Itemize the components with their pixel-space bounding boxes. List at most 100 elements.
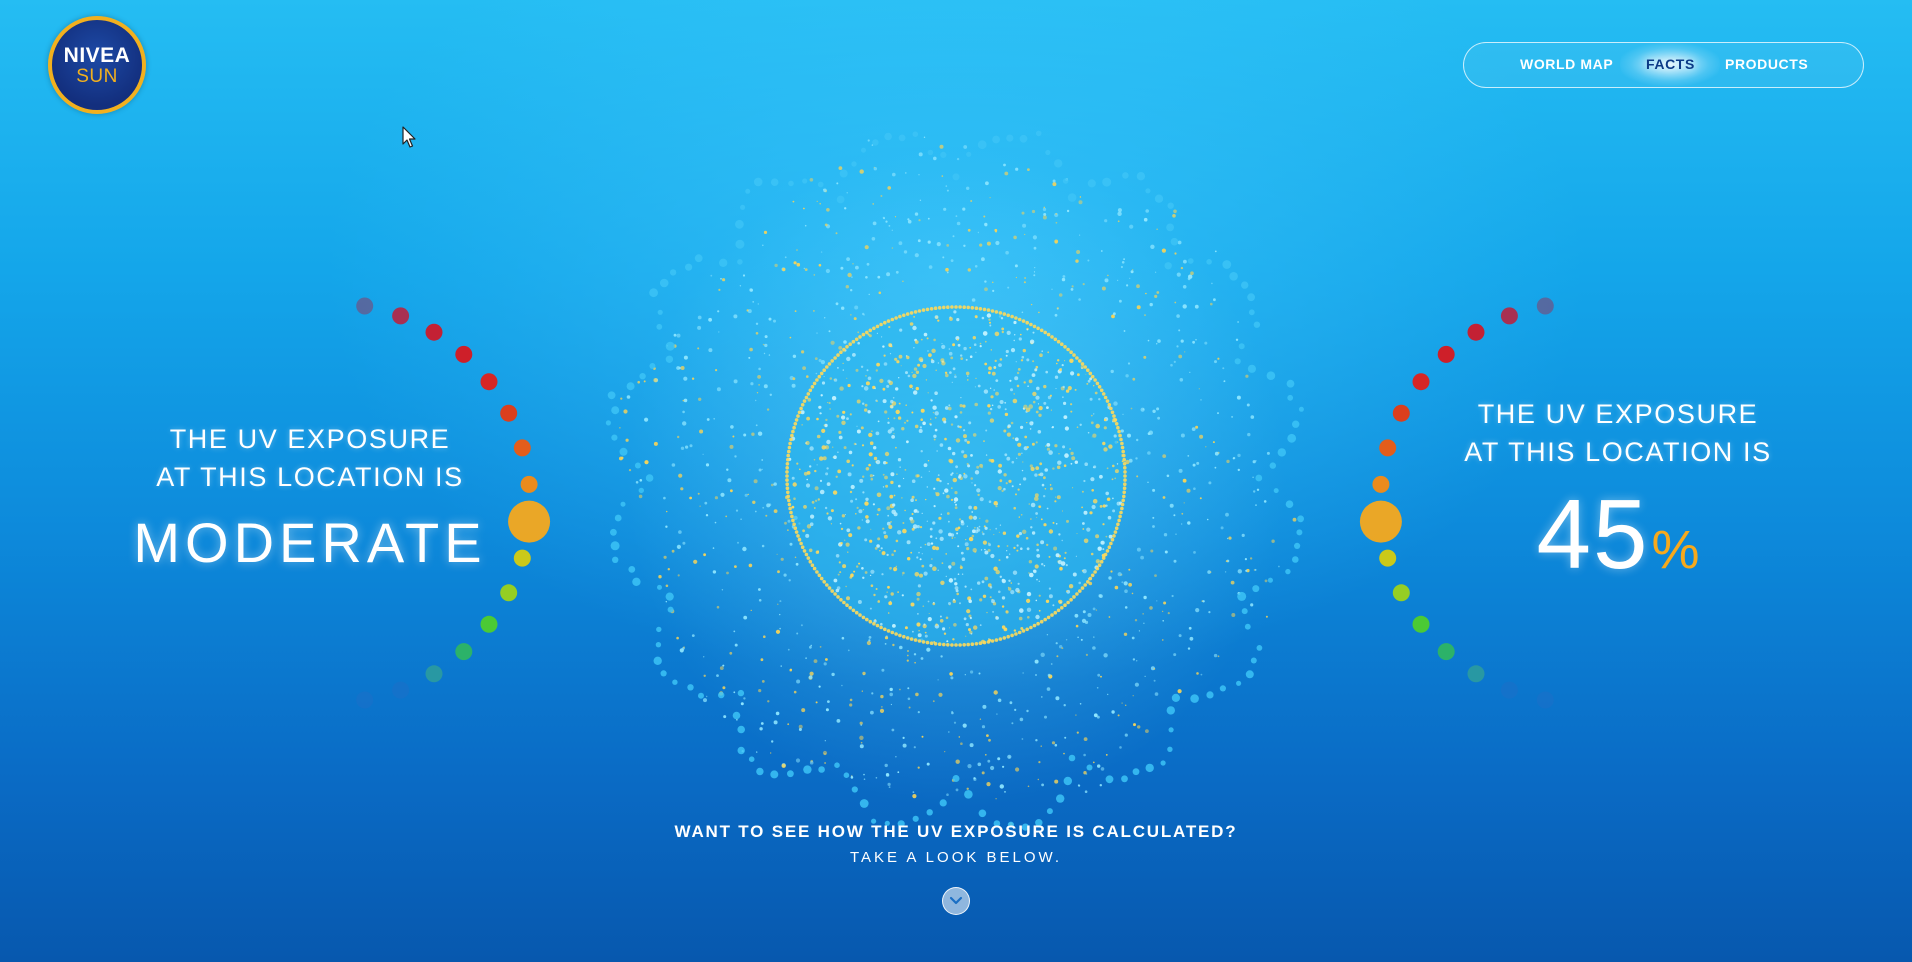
particle — [1046, 634, 1049, 636]
globe-particle — [955, 438, 961, 443]
globe-particle — [892, 397, 895, 399]
globe-particle — [937, 319, 940, 322]
particle — [844, 207, 847, 210]
globe-particle — [994, 359, 997, 363]
globe-particle — [1001, 578, 1005, 582]
globe-particle — [950, 487, 953, 489]
particle — [1225, 512, 1229, 517]
globe-rim-dot — [1083, 365, 1087, 369]
particle — [973, 777, 977, 782]
particle — [918, 219, 921, 222]
particle — [757, 375, 761, 379]
globe-rim-dot — [982, 307, 987, 312]
globe-particle — [952, 477, 957, 483]
globe-particle — [971, 534, 975, 538]
globe-rim-dot — [1101, 392, 1106, 396]
particle — [881, 668, 885, 672]
particle — [1189, 636, 1194, 641]
nav-products[interactable]: PRODUCTS — [1725, 43, 1808, 86]
particle — [864, 245, 869, 250]
globe-particle — [1089, 397, 1093, 401]
globe-particle — [940, 513, 943, 516]
particle — [716, 674, 719, 677]
globe-particle — [974, 550, 977, 553]
particle — [792, 354, 797, 358]
globe-particle — [951, 561, 956, 566]
globe-rim-dot — [806, 556, 811, 560]
globe-rim-dot — [791, 518, 795, 523]
globe-rim-dot — [1053, 610, 1058, 615]
particle — [1154, 294, 1158, 298]
particle — [986, 241, 991, 246]
globe-rim-dot — [1116, 522, 1120, 527]
globe-rim-dot — [1010, 633, 1014, 638]
particle — [1266, 451, 1270, 455]
globe-particle — [881, 336, 883, 338]
particle — [823, 188, 825, 191]
globe-particle — [1064, 453, 1069, 458]
particle — [1077, 784, 1080, 787]
ring-dot — [735, 239, 745, 249]
globe-particle — [816, 434, 821, 439]
particle — [676, 636, 679, 640]
particle — [1031, 209, 1036, 214]
globe-particle — [964, 438, 968, 442]
globe-particle — [1028, 379, 1033, 384]
nav-world-map[interactable]: WORLD MAP — [1520, 43, 1613, 86]
globe-particle — [1057, 359, 1060, 362]
particle — [1130, 407, 1133, 410]
globe-particle — [1047, 351, 1050, 354]
scroll-down-button[interactable] — [942, 887, 970, 915]
globe-rim-dot — [890, 317, 895, 322]
particle — [892, 172, 896, 177]
globe-rim-dot — [1117, 518, 1121, 523]
globe-particle — [875, 431, 880, 436]
globe-particle — [860, 426, 864, 430]
globe-particle — [931, 348, 936, 353]
globe-particle — [890, 399, 894, 404]
globe-particle — [819, 456, 824, 461]
ring-dot — [872, 139, 879, 146]
particle — [1180, 433, 1185, 438]
globe-particle — [819, 489, 825, 495]
nav-facts[interactable]: FACTS — [1646, 43, 1695, 86]
particle — [1041, 696, 1043, 698]
globe-particle — [954, 586, 959, 590]
globe-particle — [810, 514, 815, 519]
particle — [1024, 233, 1026, 236]
particle — [1132, 658, 1136, 661]
globe-rim-dot — [793, 422, 798, 426]
globe-rim-dot — [787, 449, 791, 454]
particle — [1140, 407, 1145, 412]
particle — [1041, 783, 1044, 787]
globe-particle — [973, 506, 978, 510]
globe-particle — [816, 417, 819, 421]
particle — [714, 496, 719, 500]
ring-dot — [1234, 358, 1241, 365]
particle — [679, 648, 684, 653]
globe-particle — [1070, 410, 1073, 413]
particle — [941, 175, 944, 177]
particle — [763, 635, 766, 638]
particle — [708, 348, 713, 353]
particle — [1253, 490, 1256, 493]
globe-particle — [1016, 534, 1020, 538]
globe-particle — [1016, 544, 1019, 547]
globe-particle — [1050, 409, 1052, 411]
globe-particle — [988, 371, 991, 375]
globe-particle — [972, 433, 977, 437]
globe-particle — [997, 545, 1000, 548]
globe-particle — [857, 526, 861, 530]
nivea-sun-logo[interactable]: NIVEA SUN — [48, 16, 146, 114]
globe-rim-dot — [810, 563, 815, 567]
particle — [997, 698, 1002, 703]
particle — [1056, 307, 1059, 310]
globe-particle — [1036, 543, 1039, 547]
globe-particle — [821, 381, 826, 385]
particle — [1156, 343, 1158, 345]
globe-rim-dot — [933, 642, 938, 646]
ring-dot — [1298, 406, 1304, 412]
particle — [757, 303, 759, 305]
globe-particle — [999, 400, 1004, 404]
globe-particle — [971, 482, 973, 484]
